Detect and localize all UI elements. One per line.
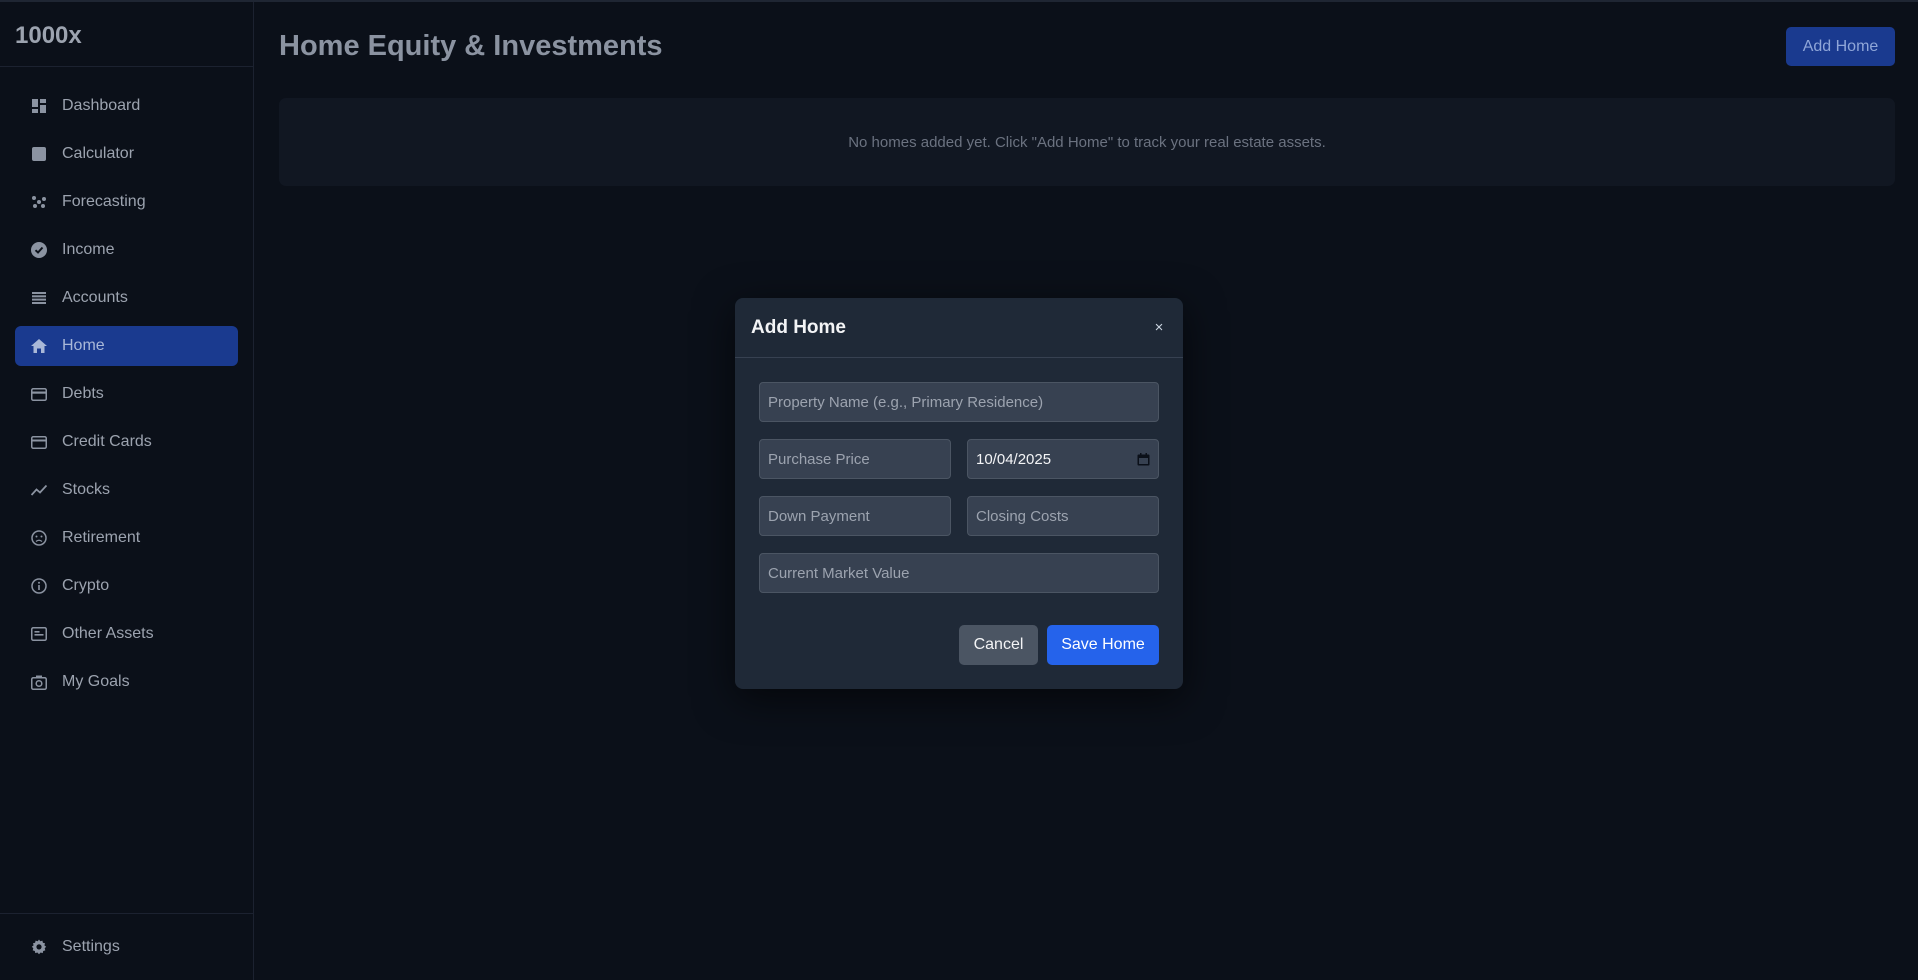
form-row: Current Market Value [759,553,1159,593]
sidebar-item-accounts[interactable]: Accounts [15,278,238,318]
sidebar-item-dashboard[interactable]: Dashboard [15,86,238,126]
sidebar-item-calculator[interactable]: Calculator [15,134,238,174]
closing-costs-input[interactable]: Closing Costs [967,496,1159,536]
gear-icon [31,939,47,955]
sidebar-item-label: Forecasting [62,193,146,210]
sidebar-item-label: Dashboard [62,97,141,114]
sidebar-item-retirement[interactable]: Retirement [15,518,238,558]
form-row: Purchase Price 10/04/2025 [759,439,1159,479]
crypto-icon [31,578,47,594]
home-icon [31,338,47,354]
purchase-price-input[interactable]: Purchase Price [759,439,951,479]
purchase-date-value: 10/04/2025 [976,450,1052,468]
income-icon [31,242,47,258]
sidebar-item-crypto[interactable]: Crypto [15,566,238,606]
property-name-input[interactable]: Property Name (e.g., Primary Residence) [759,382,1159,422]
sidebar-item-label: Income [62,241,115,258]
dashboard-icon [31,98,47,114]
empty-state-message: No homes added yet. Click "Add Home" to … [848,133,1326,151]
sidebar-item-debts[interactable]: Debts [15,374,238,414]
empty-state-card: No homes added yet. Click "Add Home" to … [279,98,1895,186]
accounts-icon [31,290,47,306]
form-row: Down Payment Closing Costs [759,496,1159,536]
save-home-button[interactable]: Save Home [1047,625,1159,665]
cancel-button[interactable]: Cancel [959,625,1038,665]
sidebar-item-settings[interactable]: Settings [15,927,238,967]
sidebar-item-label: Retirement [62,529,141,546]
other-assets-icon [31,626,47,642]
sidebar-item-label: Debts [62,385,104,402]
sidebar-item-label: Other Assets [62,625,154,642]
purchase-date-input[interactable]: 10/04/2025 [967,439,1159,479]
sidebar-item-label: Accounts [62,289,128,306]
sidebar-footer: Settings [0,913,253,980]
sidebar-item-stocks[interactable]: Stocks [15,470,238,510]
sidebar-item-label: Credit Cards [62,433,152,450]
modal-body: Property Name (e.g., Primary Residence) … [735,358,1183,593]
sidebar: 1000x Dashboard Calculator Forecasting I… [0,2,254,980]
stocks-icon [31,482,47,498]
sidebar-item-label: Stocks [62,481,111,498]
calendar-icon[interactable] [1136,452,1150,466]
credit-card-icon [31,434,47,450]
goals-icon [31,674,47,690]
sidebar-item-my-goals[interactable]: My Goals [15,662,238,702]
modal-header: Add Home × [735,298,1183,358]
add-home-modal: Add Home × Property Name (e.g., Primary … [735,298,1183,689]
sidebar-item-label: Settings [62,938,120,955]
sidebar-item-home[interactable]: Home [15,326,238,366]
brand-logo[interactable]: 1000x [0,2,253,67]
sidebar-item-other-assets[interactable]: Other Assets [15,614,238,654]
sidebar-item-label: Calculator [62,145,135,162]
calculator-icon [31,146,47,162]
page-title: Home Equity & Investments [279,30,663,62]
sidebar-item-label: Home [62,337,105,354]
down-payment-input[interactable]: Down Payment [759,496,951,536]
close-icon[interactable]: × [1151,319,1167,336]
sidebar-item-label: My Goals [62,673,130,690]
market-value-input[interactable]: Current Market Value [759,553,1159,593]
sidebar-item-credit-cards[interactable]: Credit Cards [15,422,238,462]
sidebar-item-forecasting[interactable]: Forecasting [15,182,238,222]
sidebar-nav: Dashboard Calculator Forecasting Income … [0,67,253,702]
sidebar-item-label: Crypto [62,577,110,594]
modal-title: Add Home [751,316,846,338]
forecasting-icon [31,194,47,210]
debts-icon [31,386,47,402]
modal-actions: Cancel Save Home [959,625,1159,665]
sidebar-item-income[interactable]: Income [15,230,238,270]
add-home-button[interactable]: Add Home [1786,27,1895,66]
retirement-icon [31,530,47,546]
